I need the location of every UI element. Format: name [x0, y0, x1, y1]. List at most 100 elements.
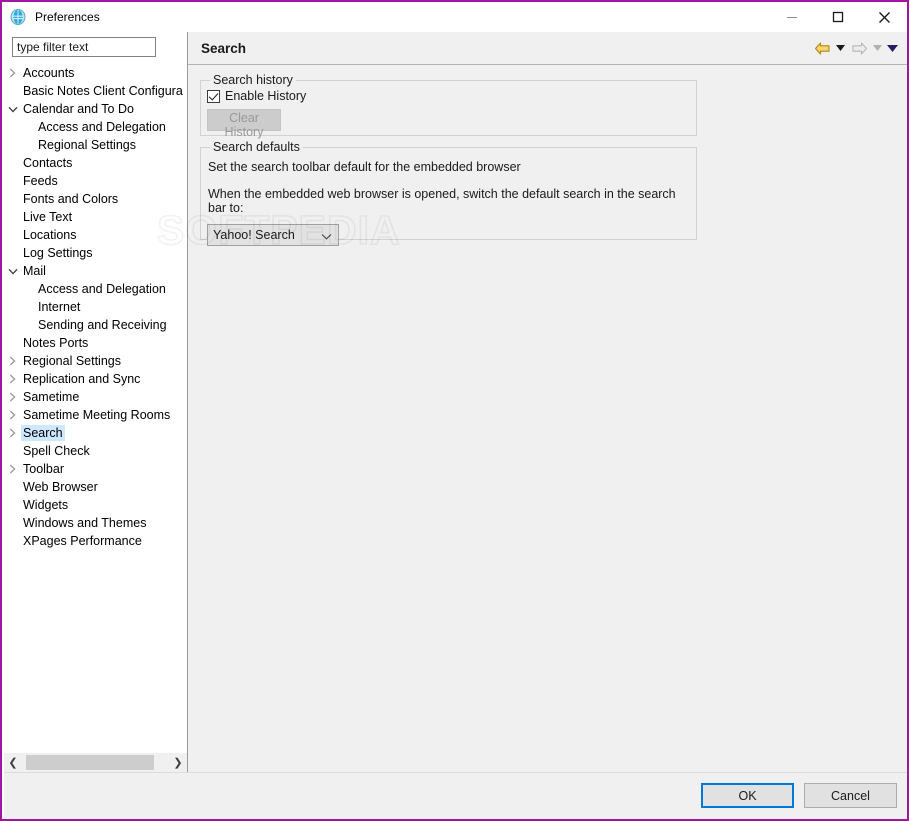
sidebar-item-label: Contacts — [23, 156, 73, 170]
sidebar-item-label: Notes Ports — [23, 336, 89, 350]
sidebar-item-label: Search — [21, 425, 65, 441]
sidebar-item-toolbar[interactable]: Toolbar — [4, 460, 187, 478]
dialog-footer: OK Cancel — [4, 772, 907, 819]
sidebar-item-label: Live Text — [23, 210, 73, 224]
sidebar-item-label: Regional Settings — [23, 354, 121, 368]
sidebar-item-label: Log Settings — [23, 246, 93, 260]
sidebar-item-label: Replication and Sync — [23, 372, 141, 386]
default-search-engine-value: Yahoo! Search — [213, 228, 295, 242]
search-history-group: Search history Enable History Clear Hist… — [200, 73, 697, 139]
sidebar-item-accounts[interactable]: Accounts — [4, 64, 187, 82]
back-history-caret-down-icon[interactable] — [834, 37, 847, 59]
chevron-right-icon[interactable] — [4, 464, 21, 474]
view-menu-caret-down-icon[interactable] — [886, 37, 899, 59]
sidebar-item-label: Sametime Meeting Rooms — [23, 408, 171, 422]
sidebar-item-label: Web Browser — [23, 480, 98, 494]
page-navigation-toolbar — [812, 32, 899, 64]
chevron-right-icon[interactable] — [4, 428, 21, 438]
default-search-engine-select[interactable]: Yahoo! Search — [207, 224, 339, 246]
sidebar-item-notes-ports[interactable]: Notes Ports — [4, 334, 187, 352]
chevron-right-icon[interactable] — [4, 392, 21, 402]
sidebar-item-sametime-meeting-rooms[interactable]: Sametime Meeting Rooms — [4, 406, 187, 424]
sidebar-item-spell-check[interactable]: Spell Check — [4, 442, 187, 460]
sidebar-item-web-browser[interactable]: Web Browser — [4, 478, 187, 496]
close-icon[interactable] — [861, 2, 907, 32]
sidebar-item-replication-and-sync[interactable]: Replication and Sync — [4, 370, 187, 388]
page-title: Search — [201, 40, 247, 56]
sidebar-item-search[interactable]: Search — [4, 424, 187, 442]
sidebar-item-locations[interactable]: Locations — [4, 226, 187, 244]
sidebar-item-sametime[interactable]: Sametime — [4, 388, 187, 406]
search-history-group-title: Search history — [210, 73, 296, 87]
sidebar-item-regional-settings[interactable]: Regional Settings — [4, 352, 187, 370]
enable-history-checkbox[interactable] — [207, 90, 220, 103]
sidebar-item-label: Locations — [23, 228, 77, 242]
sidebar-item-calendar-and-to-do[interactable]: Calendar and To Do — [4, 100, 187, 118]
sidebar-item-label: Toolbar — [23, 462, 64, 476]
sidebar-item-label: Sending and Receiving — [38, 318, 167, 332]
sidebar-item-label: Spell Check — [23, 444, 90, 458]
sidebar-item-label: Sametime — [23, 390, 80, 404]
sidebar-item-label: Feeds — [23, 174, 58, 188]
sidebar-item-label: Access and Delegation — [38, 120, 166, 134]
filter-wrap — [4, 32, 187, 61]
minimize-icon[interactable] — [769, 2, 815, 32]
window-controls — [769, 2, 907, 32]
search-defaults-description-line1: Set the search toolbar default for the e… — [208, 160, 521, 174]
chevron-right-icon[interactable] — [4, 68, 21, 78]
sidebar-item-windows-and-themes[interactable]: Windows and Themes — [4, 514, 187, 532]
search-input[interactable] — [12, 37, 156, 57]
back-arrow-icon[interactable] — [812, 37, 832, 59]
search-defaults-group-title: Search defaults — [210, 140, 303, 154]
preferences-window: Preferences Accounts Basic Notes Client C… — [0, 0, 909, 821]
sidebar-item-sending-and-receiving[interactable]: Sending and Receiving — [4, 316, 187, 334]
sidebar-item-log-settings[interactable]: Log Settings — [4, 244, 187, 262]
sidebar-item-feeds[interactable]: Feeds — [4, 172, 187, 190]
preferences-tree[interactable]: Accounts Basic Notes Client Configura Cale… — [4, 64, 187, 750]
sidebar-item-label: Regional Settings — [38, 138, 136, 152]
sidebar-panel: Accounts Basic Notes Client Configura Cale… — [4, 32, 187, 772]
sidebar-item-contacts[interactable]: Contacts — [4, 154, 187, 172]
sidebar-item-label: Calendar and To Do — [23, 102, 134, 116]
sidebar-item-basic-notes-client-configura[interactable]: Basic Notes Client Configura — [4, 82, 187, 100]
search-defaults-description-line2: When the embedded web browser is opened,… — [208, 187, 676, 215]
scrollbar-track[interactable] — [22, 753, 169, 772]
chevron-down-icon[interactable] — [4, 106, 21, 113]
window-title: Preferences — [35, 10, 100, 24]
sidebar-item-label: XPages Performance — [23, 534, 142, 548]
sidebar-item-mail[interactable]: Mail — [4, 262, 187, 280]
title-bar: Preferences — [2, 2, 907, 32]
forward-arrow-icon[interactable] — [849, 37, 869, 59]
cancel-button[interactable]: Cancel — [804, 783, 897, 808]
chevron-right-icon[interactable]: ❯ — [169, 753, 187, 772]
search-defaults-group: Search defaults Set the search toolbar d… — [200, 140, 697, 246]
scrollbar-thumb[interactable] — [26, 755, 154, 770]
clear-history-button[interactable]: Clear History — [207, 109, 281, 139]
maximize-icon[interactable] — [815, 2, 861, 32]
sidebar-item-internet[interactable]: Internet — [4, 298, 187, 316]
sidebar-item-live-text[interactable]: Live Text — [4, 208, 187, 226]
chevron-down-icon[interactable] — [4, 268, 21, 275]
enable-history-label: Enable History — [225, 89, 307, 103]
sidebar-item-label: Widgets — [23, 498, 69, 512]
tree-horizontal-scrollbar[interactable]: ❮ ❯ — [4, 752, 187, 772]
sidebar-item-label: Basic Notes Client Configura — [23, 84, 183, 98]
chevron-right-icon[interactable] — [4, 410, 21, 420]
forward-history-caret-down-icon[interactable] — [871, 37, 884, 59]
sidebar-item-label: Accounts — [23, 66, 75, 80]
chevron-right-icon[interactable] — [4, 356, 21, 366]
chevron-left-icon[interactable]: ❮ — [4, 753, 22, 772]
enable-history-row[interactable]: Enable History — [207, 90, 696, 103]
content-area: Search history Enable History Clear Hist… — [188, 65, 907, 246]
sidebar-item-label: Windows and Themes — [23, 516, 147, 530]
sidebar-item-access-and-delegation[interactable]: Access and Delegation — [4, 118, 187, 136]
sidebar-item-xpages-performance[interactable]: XPages Performance — [4, 532, 187, 550]
notes-app-icon — [10, 9, 26, 25]
sidebar-item-widgets[interactable]: Widgets — [4, 496, 187, 514]
sidebar-item-regional-settings[interactable]: Regional Settings — [4, 136, 187, 154]
ok-button[interactable]: OK — [701, 783, 794, 808]
sidebar-item-label: Access and Delegation — [38, 282, 166, 296]
sidebar-item-access-and-delegation[interactable]: Access and Delegation — [4, 280, 187, 298]
sidebar-item-fonts-and-colors[interactable]: Fonts and Colors — [4, 190, 187, 208]
chevron-right-icon[interactable] — [4, 374, 21, 384]
